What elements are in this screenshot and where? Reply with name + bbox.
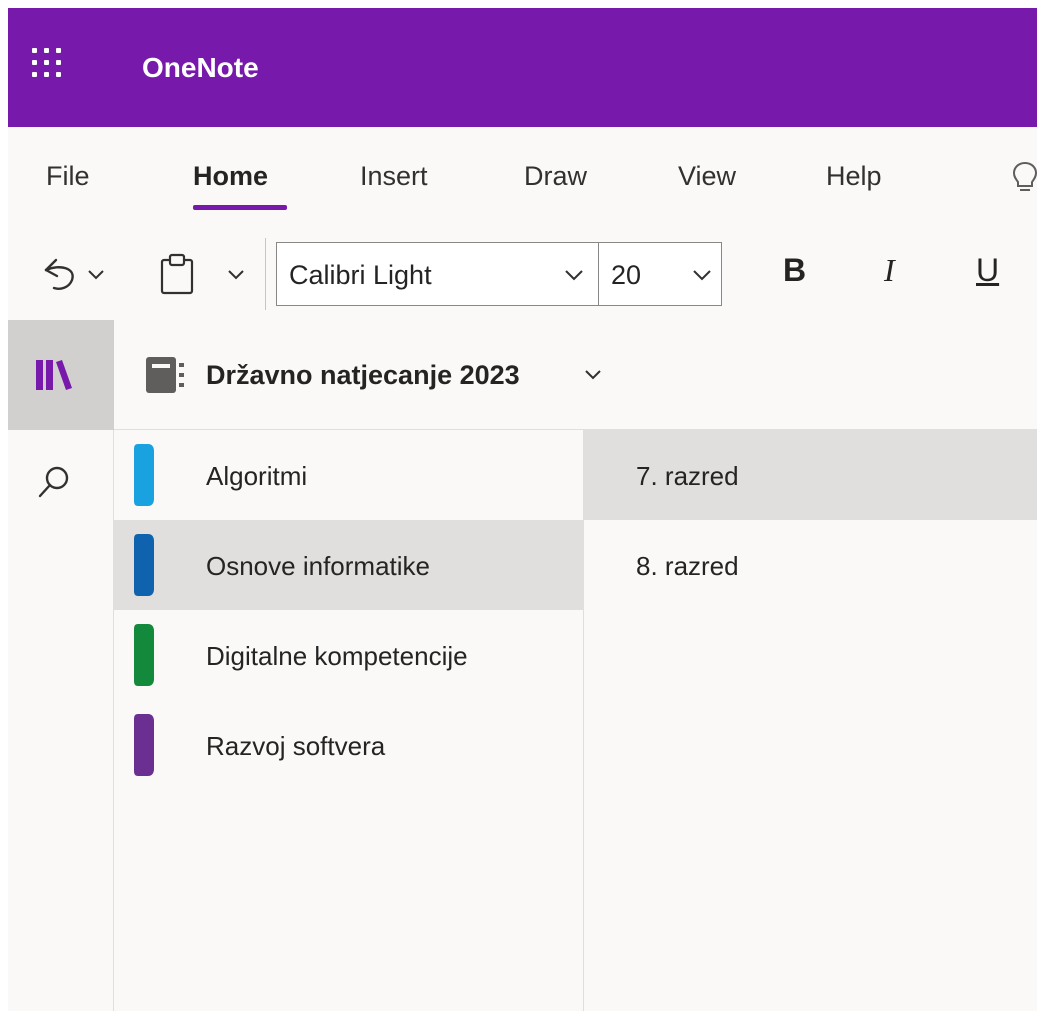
lightbulb-icon[interactable]	[1011, 161, 1037, 195]
font-size-value: 20	[611, 260, 642, 290]
font-name-value: Calibri Light	[289, 260, 432, 290]
toolbar-divider	[265, 238, 266, 310]
navigation-rail	[8, 320, 114, 1011]
section-item-razvoj-softvera[interactable]: Razvoj softvera	[114, 700, 583, 790]
page-item-8-razred[interactable]: 8. razred	[584, 520, 1037, 610]
tab-insert[interactable]: Insert	[360, 161, 428, 192]
tab-view[interactable]: View	[678, 161, 736, 192]
undo-icon[interactable]	[38, 254, 80, 294]
section-color-tab-icon	[134, 624, 154, 686]
paste-dropdown-chevron-down-icon[interactable]	[228, 270, 244, 280]
library-icon	[36, 360, 72, 390]
section-color-tab-icon	[134, 714, 154, 776]
bold-button[interactable]: B	[783, 252, 806, 289]
section-label: Algoritmi	[206, 461, 308, 491]
notebook-chevron-down-icon	[585, 370, 601, 380]
section-item-algoritmi[interactable]: Algoritmi	[114, 430, 583, 520]
tab-draw[interactable]: Draw	[524, 161, 587, 192]
italic-button[interactable]: I	[884, 252, 895, 289]
clipboard-icon[interactable]	[158, 252, 196, 296]
page-item-7-razred[interactable]: 7. razred	[584, 430, 1037, 520]
app-launcher-icon[interactable]	[32, 48, 62, 78]
notebooks-button[interactable]	[8, 320, 114, 430]
section-list: Algoritmi Osnove informatike Digitalne k…	[114, 430, 584, 1011]
font-name-dropdown[interactable]: Calibri Light	[276, 242, 599, 306]
tab-home[interactable]: Home	[193, 161, 268, 192]
page-label: 7. razred	[636, 461, 739, 491]
tab-file[interactable]: File	[46, 161, 90, 192]
section-label: Razvoj softvera	[206, 731, 386, 761]
notebook-selector[interactable]: Državno natjecanje 2023	[114, 320, 1037, 430]
section-item-osnove-informatike[interactable]: Osnove informatike	[114, 520, 583, 610]
search-icon[interactable]	[34, 462, 74, 502]
page-label: 8. razred	[636, 551, 739, 581]
ribbon-tabs: File Home Insert Draw View Help	[8, 127, 1037, 232]
notebook-title: Državno natjecanje 2023	[206, 360, 520, 390]
notebook-icon	[146, 357, 184, 393]
section-color-tab-icon	[134, 534, 154, 596]
section-item-digitalne-kompetencije[interactable]: Digitalne kompetencije	[114, 610, 583, 700]
font-size-dropdown[interactable]: 20	[598, 242, 722, 306]
section-label: Osnove informatike	[206, 551, 430, 581]
app-title[interactable]: OneNote	[142, 52, 259, 84]
font-size-chevron-down-icon	[693, 270, 711, 281]
section-color-tab-icon	[134, 444, 154, 506]
font-name-chevron-down-icon	[565, 270, 583, 281]
page-list: 7. razred 8. razred	[584, 430, 1037, 1011]
active-tab-indicator	[193, 205, 287, 210]
title-bar: OneNote	[8, 8, 1037, 127]
undo-dropdown-chevron-down-icon[interactable]	[88, 270, 104, 280]
section-label: Digitalne kompetencije	[206, 641, 468, 671]
tab-help[interactable]: Help	[826, 161, 882, 192]
underline-button[interactable]: U	[976, 252, 999, 289]
home-toolbar: Calibri Light 20 B I U	[8, 232, 1037, 320]
onenote-window: OneNote File Home Insert Draw View Help	[8, 8, 1037, 1011]
